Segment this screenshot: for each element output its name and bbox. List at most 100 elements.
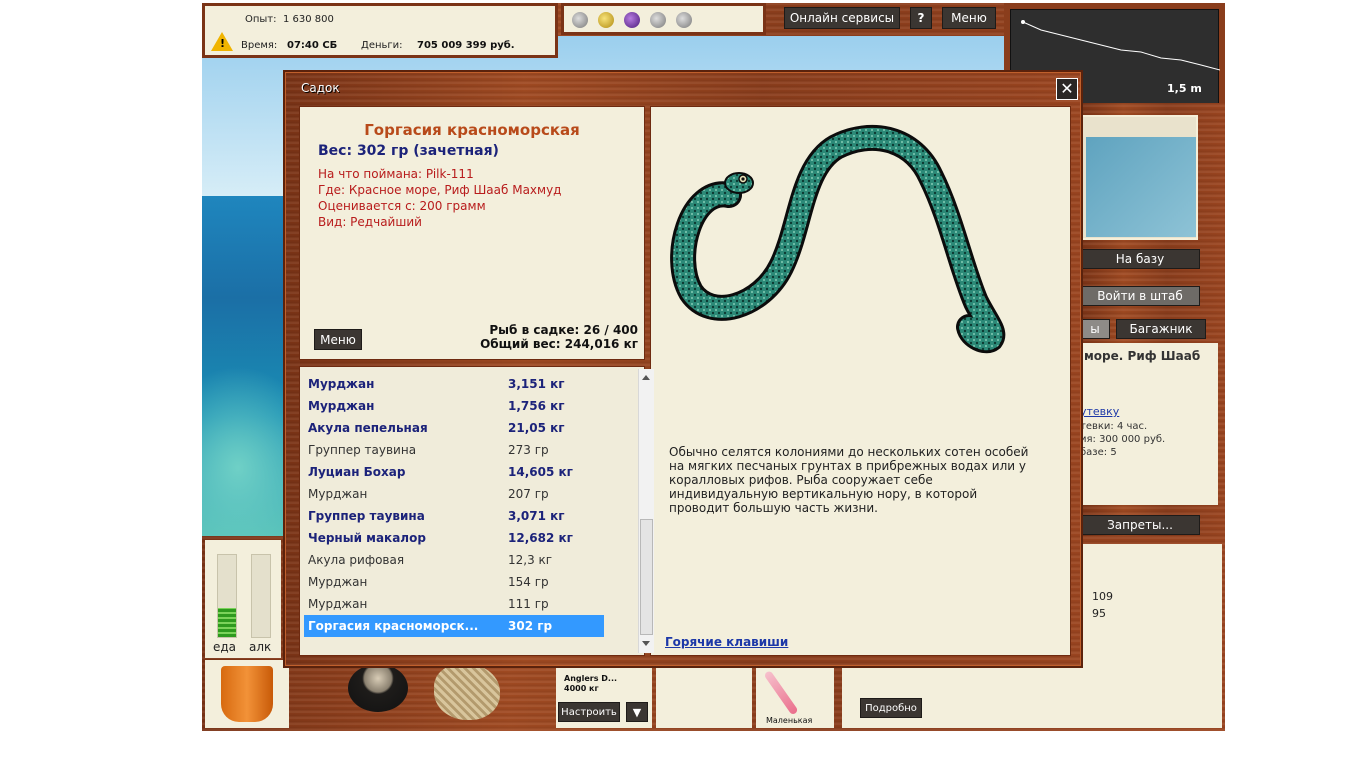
fish-name-cell: Группер таувина — [308, 509, 425, 523]
fish-info-panel: Горгасия красноморская Вес: 302 гр (заче… — [299, 106, 645, 360]
list-item[interactable]: Акула рифовая 12,3 кг — [304, 549, 604, 571]
trip-line: ия: 300 000 руб. — [1080, 434, 1166, 445]
warning-mark: ! — [220, 37, 226, 50]
bait-bottle-icon[interactable] — [572, 12, 588, 28]
fish-name-cell: Группер таувина — [308, 443, 417, 457]
details-button[interactable]: Подробно — [860, 698, 922, 718]
list-item[interactable]: Мурджан 207 гр — [304, 483, 604, 505]
money-value: 705 009 399 руб. — [417, 40, 515, 51]
lure-icon — [763, 670, 799, 716]
reel-slot: Anglers D... 4000 кг Настроить ▼ — [556, 660, 652, 728]
list-scrollbar[interactable] — [638, 369, 654, 653]
fish-name-cell: Мурджан — [308, 597, 368, 611]
depth-value: 1,5 m — [1167, 82, 1202, 95]
list-item[interactable]: Луциан Бохар 14,605 кг — [304, 461, 604, 483]
catch-list: Мурджан 3,151 кг Мурджан 1,756 кг Акула пепе… — [299, 366, 654, 656]
hotkeys-link[interactable]: Горячие клавиши — [665, 635, 788, 649]
bait-bottle-icon[interactable] — [650, 12, 666, 28]
bait-bottle-icon[interactable] — [598, 12, 614, 28]
fish-weight-cell: 14,605 кг — [508, 465, 573, 479]
list-item[interactable]: Мурджан 111 гр — [304, 593, 604, 615]
food-meter — [217, 554, 237, 638]
setup-button[interactable]: Настроить — [558, 702, 620, 722]
list-item[interactable]: Мурджан 1,756 кг — [304, 395, 604, 417]
top-buttons: Онлайн сервисы ? Меню — [766, 3, 1004, 35]
exp-value: 1 630 800 — [283, 14, 334, 25]
bans-button[interactable]: Запреты... — [1080, 515, 1200, 535]
net-bag-icon[interactable] — [434, 664, 500, 720]
list-item[interactable]: Акула пепельная 21,05 кг — [304, 417, 604, 439]
fish-weight-cell: 207 гр — [508, 487, 549, 501]
help-button[interactable]: ? — [910, 7, 932, 29]
fish-name-cell: Горгасия красноморск... — [308, 619, 479, 633]
dialog-menu-button[interactable]: Меню — [314, 329, 362, 350]
fish-name-cell: Мурджан — [308, 399, 375, 413]
money-label: Деньги: — [361, 40, 403, 51]
fish-description: Обычно селятся колониями до нескольких с… — [669, 445, 1029, 515]
list-item[interactable]: Горгасия красноморск... 302 гр — [304, 615, 604, 637]
list-item[interactable]: Группер таувина 3,071 кг — [304, 505, 604, 527]
fish-weight-cell: 3,151 кг — [508, 377, 565, 391]
stat-number: 109 — [1092, 590, 1113, 603]
reel-load: 4000 кг — [564, 684, 599, 693]
tab-partial[interactable]: ы — [1080, 319, 1110, 339]
lure-slot[interactable]: Маленькая — [756, 660, 834, 728]
bait-bottle-icon[interactable] — [624, 12, 640, 28]
cauldron-icon[interactable] — [348, 664, 408, 712]
keepnet-dialog: Садок ✕ Горгасия красноморская Вес: 302 … — [283, 70, 1083, 668]
fish-detail: Вид: Редчайший — [318, 215, 422, 229]
fish-detail: На что поймана: Pilk-111 — [318, 167, 474, 181]
exp-label: Опыт: — [245, 14, 277, 25]
meters-panel: еда алк — [205, 540, 281, 658]
online-services-button[interactable]: Онлайн сервисы — [784, 7, 900, 29]
time-value: 07:40 СБ — [287, 40, 338, 51]
fish-name: Горгасия красноморская — [364, 121, 580, 139]
list-item[interactable]: Черный макалор 12,682 кг — [304, 527, 604, 549]
menu-button[interactable]: Меню — [942, 7, 996, 29]
fish-illustration — [670, 124, 1006, 354]
empty-slot[interactable] — [656, 660, 752, 728]
food-label: еда — [213, 640, 237, 654]
fish-count: Рыб в садке: 26 / 400 — [489, 323, 638, 337]
fish-name-cell: Мурджан — [308, 377, 375, 391]
fish-detail: Где: Красное море, Риф Шааб Махмуд — [318, 183, 562, 197]
scroll-down-arrow[interactable] — [642, 641, 650, 646]
alc-meter — [251, 554, 271, 638]
fish-weight-cell: 154 гр — [508, 575, 549, 589]
lure-caption: Маленькая — [766, 716, 813, 725]
scroll-up-arrow[interactable] — [642, 375, 650, 380]
trip-line: базе: 5 — [1080, 447, 1117, 458]
fish-name-cell: Луциан Бохар — [308, 465, 406, 479]
dropdown-button[interactable]: ▼ — [626, 702, 648, 722]
map-thumbnail[interactable] — [1080, 115, 1198, 240]
bucket-slot[interactable] — [205, 660, 289, 728]
alc-label: алк — [249, 640, 272, 654]
fish-weight-cell: 273 гр — [508, 443, 549, 457]
reel-name: Anglers D... — [564, 674, 618, 683]
location-info: море. Риф Шааб утевку тевки: 4 час. ия: … — [1080, 343, 1218, 505]
bait-bottle-icon[interactable] — [676, 12, 692, 28]
fish-name-cell: Акула рифовая — [308, 553, 405, 567]
list-item[interactable]: Мурджан 3,151 кг — [304, 373, 604, 395]
fish-weight: Вес: 302 гр (зачетная) — [318, 143, 499, 159]
trunk-button[interactable]: Багажник — [1116, 319, 1206, 339]
trip-link[interactable]: утевку — [1080, 405, 1119, 418]
enter-hq-button[interactable]: Войти в штаб — [1080, 286, 1200, 306]
fish-weight-cell: 3,071 кг — [508, 509, 565, 523]
list-item[interactable]: Группер таувина 273 гр — [304, 439, 604, 461]
total-weight: Общий вес: 244,016 кг — [480, 337, 638, 351]
list-item[interactable]: Мурджан 154 гр — [304, 571, 604, 593]
fish-weight-cell: 302 гр — [508, 619, 553, 633]
dialog-title: Садок — [301, 81, 340, 95]
fish-image-panel: Обычно селятся колониями до нескольких с… — [650, 106, 1071, 656]
stats-bar: Опыт: 1 630 800 ! Время: 07:40 СБ Деньги… — [202, 3, 558, 58]
trip-line: тевки: 4 час. — [1080, 421, 1148, 432]
time-label: Время: — [241, 40, 278, 51]
fish-detail: Оценивается с: 200 грамм — [318, 199, 486, 213]
to-base-button[interactable]: На базу — [1080, 249, 1200, 269]
close-button[interactable]: ✕ — [1056, 78, 1078, 100]
fish-weight-cell: 1,756 кг — [508, 399, 565, 413]
fish-weight-cell: 21,05 кг — [508, 421, 565, 435]
scroll-thumb[interactable] — [640, 519, 653, 635]
location-title: море. Риф Шааб — [1084, 349, 1201, 363]
